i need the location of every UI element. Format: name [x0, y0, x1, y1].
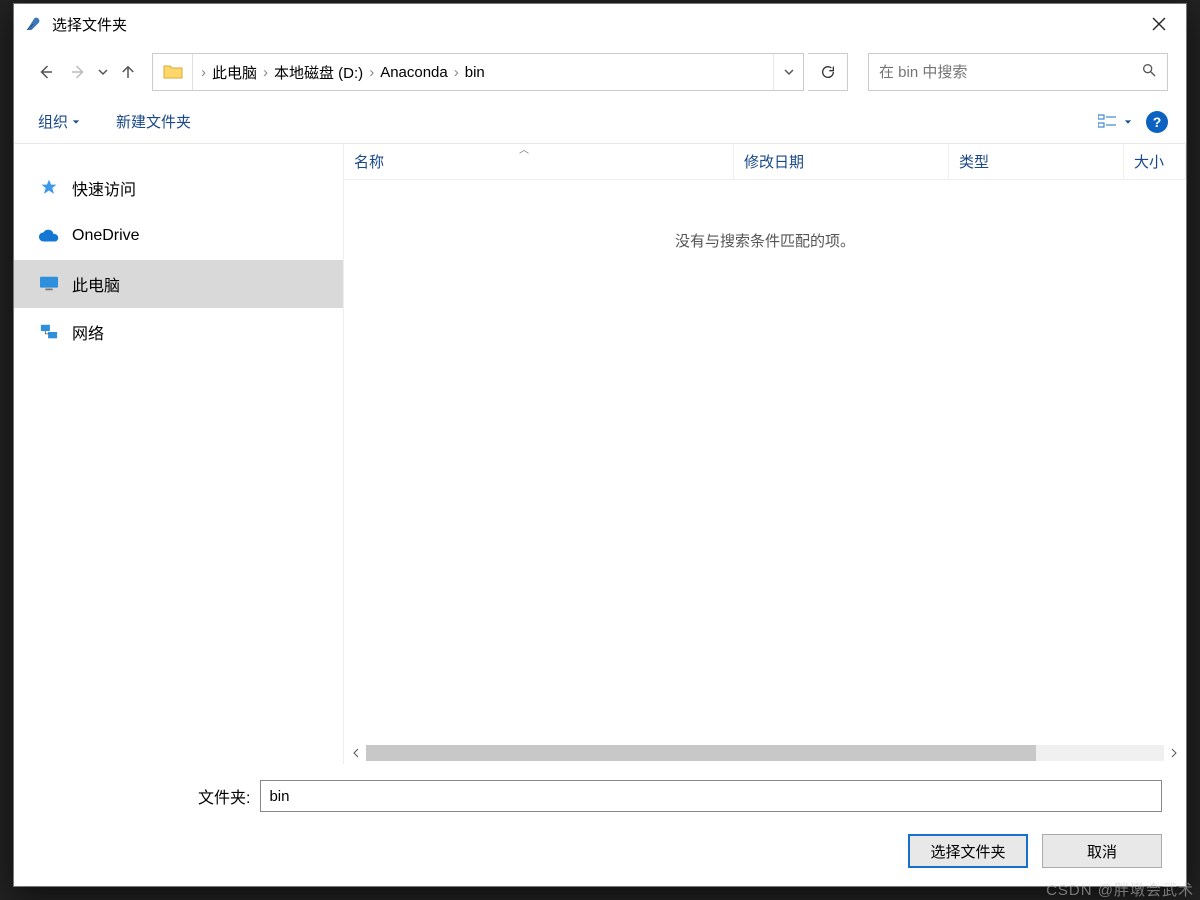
crumb-this-pc[interactable]: 此电脑: [208, 62, 261, 83]
help-button[interactable]: ?: [1146, 111, 1168, 133]
watermark: CSDN @胖墩会武术: [1046, 879, 1194, 900]
folder-name-label: 文件夹:: [198, 784, 250, 808]
chevron-right-icon: ›: [199, 64, 208, 81]
caret-down-icon: [72, 118, 80, 126]
view-details-icon: [1098, 114, 1118, 130]
dialog-body: 快速访问 OneDrive 此电脑 网络: [14, 144, 1186, 764]
nav-back-button[interactable]: [32, 58, 60, 86]
address-bar[interactable]: › 此电脑 › 本地磁盘 (D:) › Anaconda › bin: [152, 53, 804, 91]
sidebar-item-quick-access[interactable]: 快速访问: [14, 164, 343, 212]
chevron-down-icon: [98, 67, 108, 77]
address-folder-icon[interactable]: [153, 54, 193, 90]
sidebar-item-label: 此电脑: [72, 272, 120, 296]
sidebar-item-onedrive[interactable]: OneDrive: [14, 212, 343, 260]
arrow-left-icon: [37, 63, 55, 81]
arrow-up-icon: [119, 63, 137, 81]
column-size[interactable]: 大小: [1124, 144, 1186, 179]
select-folder-label: 选择文件夹: [930, 841, 1005, 862]
crumb-drive-d[interactable]: 本地磁盘 (D:): [270, 62, 367, 83]
dialog-footer: 文件夹: 选择文件夹 取消: [14, 764, 1186, 886]
address-dropdown[interactable]: [773, 54, 803, 90]
network-icon: [38, 321, 60, 343]
cloud-icon: [38, 225, 60, 247]
column-type[interactable]: 类型: [949, 144, 1124, 179]
search-box[interactable]: [868, 53, 1168, 91]
folder-name-row: 文件夹:: [198, 780, 1162, 812]
button-row: 选择文件夹 取消: [38, 834, 1162, 868]
chevron-right-icon: ›: [452, 64, 461, 81]
organize-button[interactable]: 组织: [32, 107, 86, 136]
column-date-label: 修改日期: [744, 151, 804, 172]
nav-recent-dropdown[interactable]: [96, 67, 110, 77]
chevron-right-icon: [1170, 748, 1178, 758]
file-list[interactable]: 没有与搜索条件匹配的项。: [344, 180, 1186, 742]
search-icon: [1141, 62, 1157, 83]
scroll-thumb[interactable]: [366, 745, 1036, 761]
search-input[interactable]: [879, 64, 1141, 81]
refresh-icon: [820, 64, 836, 80]
tk-feather-icon: [24, 15, 42, 33]
window-title: 选择文件夹: [52, 14, 127, 35]
column-name-label: 名称: [354, 151, 384, 172]
folder-picker-dialog: 选择文件夹 › 此电脑 › 本地磁盘 (D:): [13, 3, 1187, 887]
folder-icon: [163, 64, 183, 80]
sidebar-item-label: 网络: [72, 320, 104, 344]
chevron-right-icon: ›: [367, 64, 376, 81]
scroll-right-button[interactable]: [1164, 743, 1184, 763]
sidebar: 快速访问 OneDrive 此电脑 网络: [14, 144, 344, 764]
column-date[interactable]: 修改日期: [734, 144, 949, 179]
monitor-icon: [38, 273, 60, 295]
sidebar-item-label: OneDrive: [72, 227, 140, 245]
column-size-label: 大小: [1134, 151, 1164, 172]
column-name[interactable]: 名称: [344, 144, 734, 179]
chevron-left-icon: [352, 748, 360, 758]
cancel-button[interactable]: 取消: [1042, 834, 1162, 868]
sidebar-item-label: 快速访问: [72, 176, 136, 200]
organize-label: 组织: [38, 111, 68, 132]
cancel-label: 取消: [1087, 841, 1117, 862]
empty-message: 没有与搜索条件匹配的项。: [675, 230, 855, 251]
question-icon: ?: [1153, 114, 1162, 130]
sidebar-item-network[interactable]: 网络: [14, 308, 343, 356]
horizontal-scrollbar[interactable]: [344, 742, 1186, 764]
arrow-right-icon: [69, 63, 87, 81]
column-headers: ︿ 名称 修改日期 类型 大小: [344, 144, 1186, 180]
scroll-left-button[interactable]: [346, 743, 366, 763]
toolbar: 组织 新建文件夹 ?: [14, 100, 1186, 144]
chevron-down-icon: [784, 67, 794, 77]
view-mode-button[interactable]: [1098, 114, 1132, 130]
chevron-right-icon: ›: [261, 64, 270, 81]
nav-up-button[interactable]: [114, 58, 142, 86]
close-icon: [1152, 17, 1166, 31]
close-button[interactable]: [1136, 8, 1182, 40]
file-list-area: ︿ 名称 修改日期 类型 大小 没有与搜索条件匹配的项。: [344, 144, 1186, 764]
column-type-label: 类型: [959, 151, 989, 172]
scroll-track[interactable]: [366, 745, 1164, 761]
select-folder-button[interactable]: 选择文件夹: [908, 834, 1028, 868]
crumb-anaconda[interactable]: Anaconda: [376, 64, 452, 81]
breadcrumb: › 此电脑 › 本地磁盘 (D:) › Anaconda › bin: [193, 54, 773, 90]
new-folder-label: 新建文件夹: [116, 111, 191, 132]
sort-indicator-icon: ︿: [519, 141, 529, 156]
star-icon: [38, 177, 60, 199]
sidebar-item-this-pc[interactable]: 此电脑: [14, 260, 343, 308]
refresh-button[interactable]: [808, 53, 848, 91]
crumb-bin[interactable]: bin: [461, 64, 489, 81]
folder-name-input[interactable]: [260, 780, 1162, 812]
new-folder-button[interactable]: 新建文件夹: [110, 107, 197, 136]
titlebar: 选择文件夹: [14, 4, 1186, 44]
nav-forward-button[interactable]: [64, 58, 92, 86]
nav-row: › 此电脑 › 本地磁盘 (D:) › Anaconda › bin: [14, 44, 1186, 100]
caret-down-icon: [1124, 118, 1132, 126]
